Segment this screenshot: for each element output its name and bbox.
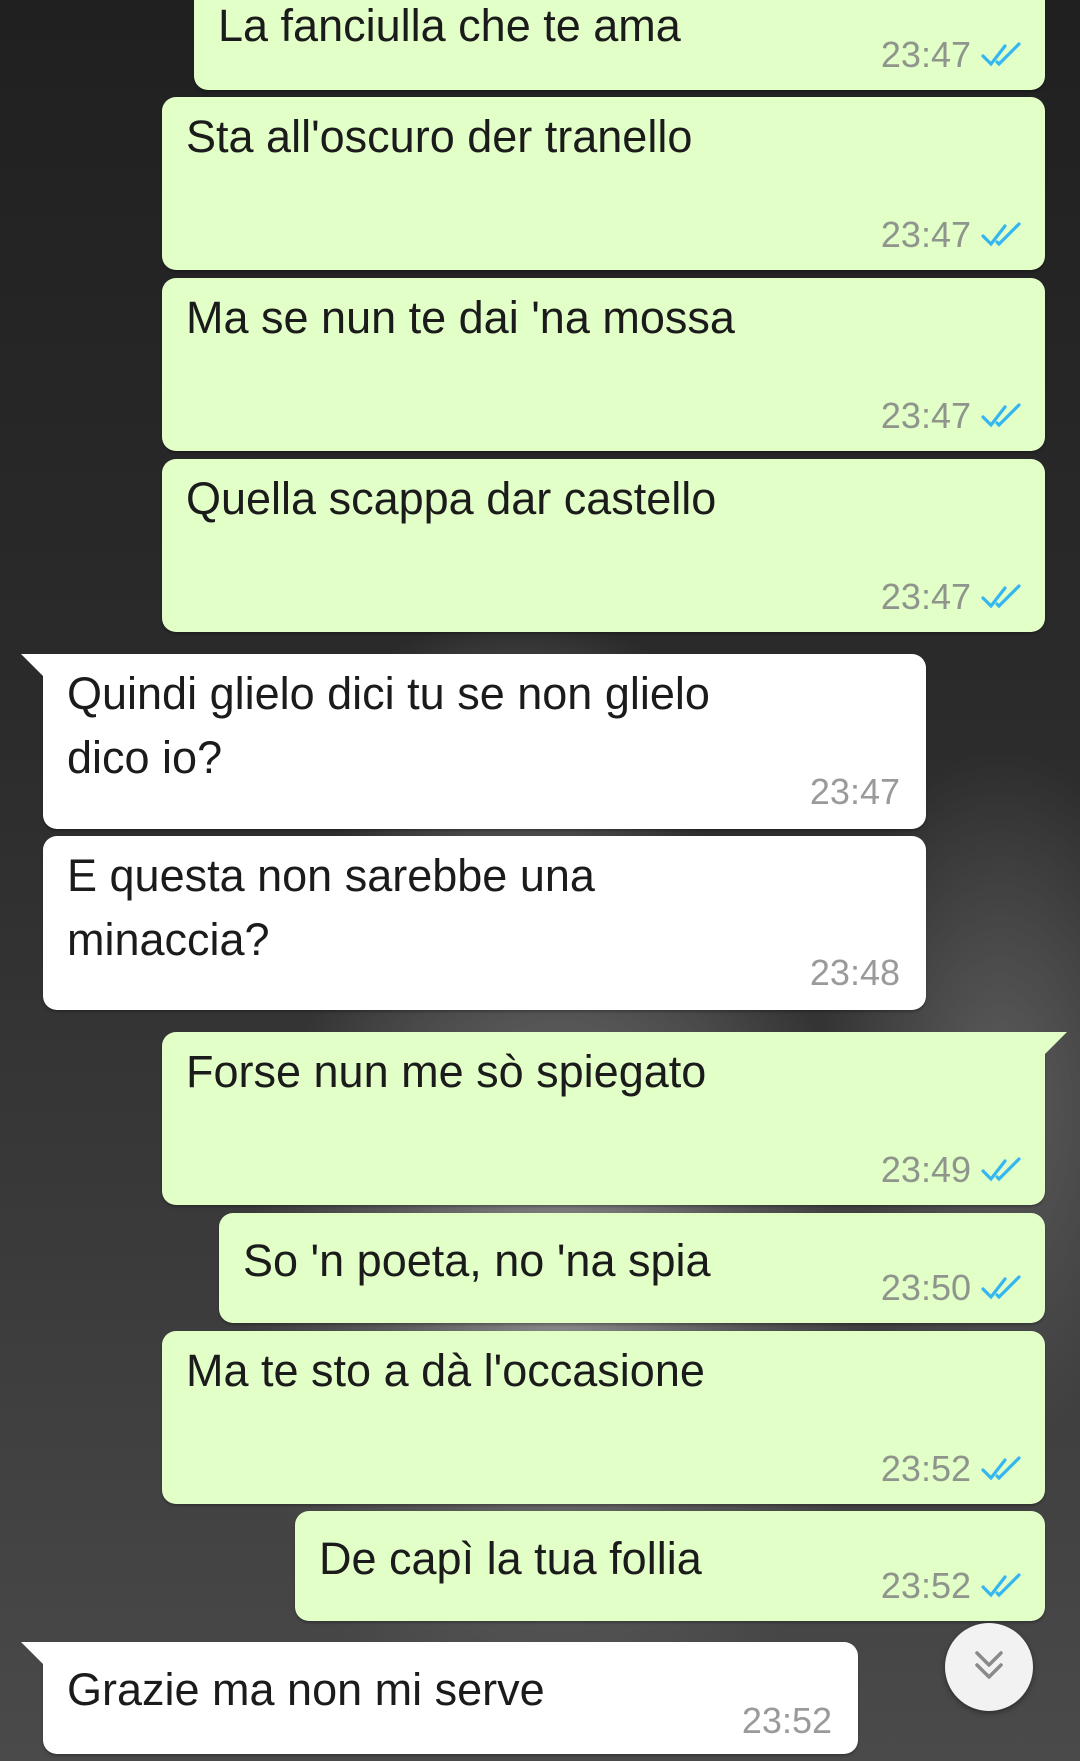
message-time: 23:49	[880, 1149, 971, 1190]
message-time: 23:48	[809, 952, 900, 993]
chevron-double-down-icon	[969, 1645, 1009, 1690]
message-time: 23:47	[880, 395, 971, 436]
message-meta: 23:50	[881, 1267, 1023, 1309]
message-bubble-incoming[interactable]: E questa non sarebbe una minaccia? 23:48	[43, 836, 926, 1010]
message-text: Quindi glielo dici tu se non glielo dico…	[67, 668, 710, 783]
double-check-icon	[981, 584, 1023, 610]
message-bubble-incoming[interactable]: Grazie ma non mi serve 23:52	[21, 1642, 858, 1754]
message-meta: 23:47	[810, 771, 900, 813]
message-bubble-outgoing[interactable]: Sta all'oscuro der tranello 23:47	[162, 97, 1045, 270]
message-text: Sta all'oscuro der tranello	[186, 111, 693, 162]
message-meta: 23:47	[881, 214, 1023, 256]
message-time: 23:47	[880, 34, 971, 75]
message-meta: 23:52	[881, 1565, 1023, 1607]
double-check-icon	[981, 1573, 1023, 1599]
double-check-icon	[981, 1275, 1023, 1301]
double-check-icon	[981, 1157, 1023, 1183]
message-time: 23:47	[880, 214, 971, 255]
message-meta: 23:47	[881, 34, 1023, 76]
message-bubble-outgoing[interactable]: La fanciulla che te ama 23:47	[194, 0, 1045, 90]
message-bubble-incoming[interactable]: Quindi glielo dici tu se non glielo dico…	[21, 654, 926, 829]
message-bubble-outgoing[interactable]: Ma te sto a dà l'occasione 23:52	[162, 1331, 1045, 1504]
bubble-tail	[1041, 1032, 1067, 1058]
message-text: E questa non sarebbe una minaccia?	[67, 850, 595, 965]
double-check-icon	[981, 1456, 1023, 1482]
message-time: 23:47	[880, 576, 971, 617]
message-time: 23:52	[880, 1565, 971, 1606]
message-time: 23:47	[809, 771, 900, 812]
message-meta: 23:52	[881, 1448, 1023, 1490]
message-meta: 23:47	[881, 576, 1023, 618]
message-meta: 23:48	[810, 952, 900, 994]
message-text: Forse nun me sò spiegato	[186, 1046, 707, 1097]
scroll-to-bottom-button[interactable]	[945, 1623, 1033, 1711]
message-bubble-outgoing[interactable]: Quella scappa dar castello 23:47	[162, 459, 1045, 632]
message-text: Ma te sto a dà l'occasione	[186, 1345, 705, 1396]
bubble-tail	[21, 654, 47, 680]
message-time: 23:52	[741, 1700, 832, 1741]
bubble-tail	[21, 1642, 47, 1668]
double-check-icon	[981, 222, 1023, 248]
message-bubble-outgoing[interactable]: So 'n poeta, no 'na spia 23:50	[219, 1213, 1045, 1323]
message-text: Quella scappa dar castello	[186, 473, 717, 524]
message-meta: 23:49	[881, 1149, 1023, 1191]
message-time: 23:52	[880, 1448, 971, 1489]
message-bubble-outgoing[interactable]: Forse nun me sò spiegato 23:49	[162, 1032, 1067, 1205]
message-time: 23:50	[880, 1267, 971, 1308]
message-meta: 23:52	[742, 1700, 832, 1742]
message-bubble-outgoing[interactable]: De capì la tua follia 23:52	[295, 1511, 1045, 1621]
message-text: Grazie ma non mi serve	[67, 1664, 545, 1715]
double-check-icon	[981, 403, 1023, 429]
double-check-icon	[981, 42, 1023, 68]
message-bubble-outgoing[interactable]: Ma se nun te dai 'na mossa 23:47	[162, 278, 1045, 451]
message-text: Ma se nun te dai 'na mossa	[186, 292, 735, 343]
message-meta: 23:47	[881, 395, 1023, 437]
